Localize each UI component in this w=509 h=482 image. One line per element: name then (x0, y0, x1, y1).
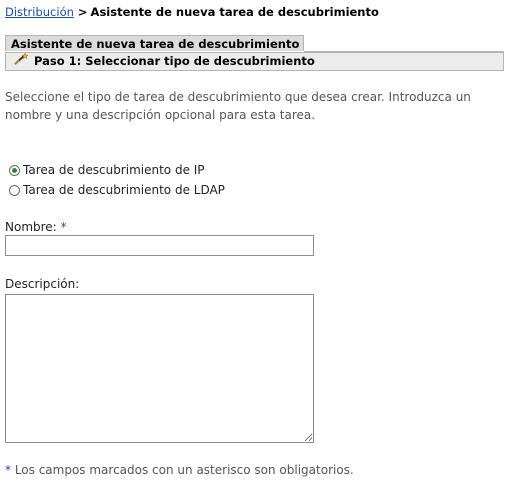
radio-label-ldap: Tarea de descubrimiento de LDAP (23, 183, 225, 197)
breadcrumb: Distribución > Asistente de nueva tarea de… (5, 5, 379, 19)
step-label: Paso 1: Seleccionar tipo de descubrimien… (34, 54, 315, 68)
required-footnote: * Los campos marcados con un asterisco s… (5, 463, 354, 477)
name-label: Nombre: * (5, 220, 67, 234)
breadcrumb-separator: > (77, 5, 88, 19)
step-bar: Paso 1: Seleccionar tipo de descubrimien… (5, 52, 504, 71)
breadcrumb-link-distribucion[interactable]: Distribución (5, 5, 74, 19)
intro-text: Seleccione el tipo de tarea de descubrim… (5, 90, 471, 122)
name-label-text: Nombre: (5, 220, 57, 234)
radio-button-selected[interactable] (9, 164, 20, 176)
radio-button[interactable] (9, 184, 20, 196)
name-input[interactable] (5, 235, 314, 256)
radio-label-ip: Tarea de descubrimiento de IP (23, 163, 205, 177)
breadcrumb-current: Asistente de nueva tarea de descubrimien… (90, 5, 379, 19)
description-label: Descripción: (5, 277, 80, 291)
wizard-title: Asistente de nueva tarea de descubrimien… (5, 35, 304, 51)
radio-ip-discovery[interactable]: Tarea de descubrimiento de IP (9, 163, 205, 177)
description-textarea[interactable] (5, 294, 314, 443)
required-marker: * (60, 220, 67, 234)
radio-ldap-discovery[interactable]: Tarea de descubrimiento de LDAP (9, 183, 225, 197)
footnote-text: Los campos marcados con un asterisco son… (11, 463, 354, 477)
wand-icon (13, 52, 34, 71)
